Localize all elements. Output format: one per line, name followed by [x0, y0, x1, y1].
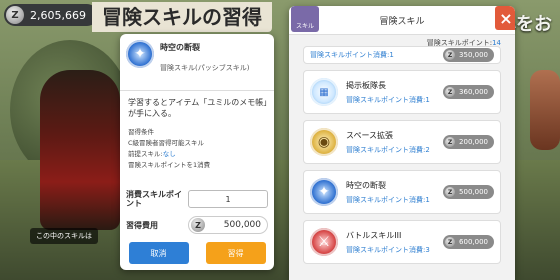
cost-row: 習得費用 Z 500,000 [126, 216, 268, 234]
skill-points-cost: 冒険スキルポイント消費:1 [346, 95, 430, 104]
skill-list-name: 時空の断裂 [346, 180, 386, 190]
skill-points-cost: 冒険スキルポイント消費:2 [346, 145, 430, 154]
zeny-icon: Z [445, 87, 456, 97]
skill-points-cost: 冒険スキルポイント消費:1 [346, 195, 430, 204]
skill-price-value: 360,000 [459, 88, 488, 96]
conditions: 習得条件 C級冒険者習得可能スキル 前提スキル:なし 冒険スキルポイントを1消費 [120, 119, 274, 171]
points-value-field: 1 [188, 190, 268, 208]
conditions-title: 習得条件 [128, 128, 154, 136]
panel-title: 冒険スキル [289, 6, 515, 35]
skill-points-cost: 冒険スキルポイント消費:1 [310, 51, 394, 59]
learn-button[interactable]: 習得 [205, 242, 266, 264]
zeny-display: Z 2,605,669 [4, 4, 98, 26]
skill-price-value: 600,000 [459, 238, 488, 246]
cost-display: Z 500,000 [188, 216, 268, 234]
zeny-icon: Z [6, 6, 24, 24]
condition-prereq: 前提スキル:なし [128, 149, 266, 160]
skill-price-value: 200,000 [459, 138, 488, 146]
skill-list-name: 掲示板隊長 [346, 80, 386, 90]
skill-price-value: 500,000 [459, 188, 488, 196]
points-row: 消費スキルポイント 1 [126, 190, 268, 208]
zeny-icon: Z [445, 50, 456, 60]
skill-detail-popup: ✦ 時空の断裂 冒険スキル(パッシブスキル) 学習するとアイテム「ユミルのメモ帳… [120, 34, 274, 270]
cancel-button[interactable]: 取消 [128, 242, 189, 264]
skill-type: 冒険スキル(パッシブスキル) [160, 64, 250, 72]
zeny-amount: 2,605,669 [30, 8, 86, 22]
zeny-icon: Z [445, 237, 456, 247]
skill-price-value: 350,000 [459, 51, 488, 59]
zeny-icon: Z [445, 187, 456, 197]
npc-character [530, 70, 560, 150]
battle-icon: ⚔ [310, 228, 338, 256]
skill-tab[interactable]: スキル [291, 6, 319, 32]
points-label: 消費スキルポイント [126, 190, 182, 208]
popup-buttons: 取消 習得 [120, 242, 274, 264]
skill-list-item[interactable]: ✦ 時空の断裂 冒険スキルポイント消費:1 Z 500,000 [303, 170, 501, 214]
skill-list-name: スペース拡張 [346, 130, 394, 140]
board-icon: ▦ [310, 78, 338, 106]
condition-points: 冒険スキルポイントを1消費 [128, 161, 211, 169]
footnote-text: この中のスキルは [30, 228, 98, 244]
skill-price: Z 200,000 [443, 135, 494, 149]
skill-list-item[interactable]: ⚔ バトルスキルIII 冒険スキルポイント消費:3 Z 600,000 [303, 220, 501, 264]
skill-price: Z 600,000 [443, 235, 494, 249]
skill-price: Z 350,000 [443, 48, 494, 62]
prereq-value: なし [162, 150, 176, 158]
close-button[interactable]: × [495, 6, 515, 30]
skill-price: Z 500,000 [443, 185, 494, 199]
zeny-icon: Z [445, 137, 456, 147]
condition-rank: C級冒険者習得可能スキル [128, 139, 205, 147]
cost-value: 500,000 [223, 220, 261, 230]
skill-points-cost: 冒険スキルポイント消費:3 [346, 245, 430, 254]
player-character [40, 70, 120, 230]
adventure-skill-panel: 冒険スキル スキル × 冒険スキルポイント:14 冒険スキルポイント消費:1 Z… [289, 6, 515, 280]
cost-label: 習得費用 [126, 220, 158, 230]
space-icon: ◉ [310, 128, 338, 156]
time-rift-icon: ✦ [310, 178, 338, 206]
time-rift-icon: ✦ [126, 40, 154, 68]
skill-list-item[interactable]: ◉ スペース拡張 冒険スキルポイント消費:2 Z 200,000 [303, 120, 501, 164]
skill-price: Z 360,000 [443, 85, 494, 99]
skill-list-item[interactable]: 冒険スキルポイント消費:1 Z 350,000 [303, 46, 501, 64]
prereq-label: 前提スキル: [128, 150, 163, 158]
skill-list-name: バトルスキルIII [346, 230, 402, 240]
skill-list: 冒険スキルポイント消費:1 Z 350,000 ▦ 掲示板隊長 冒険スキルポイン… [303, 46, 501, 270]
screen-title: 冒険スキルの習得 [92, 2, 272, 32]
zeny-icon: Z [191, 218, 205, 232]
skill-description: 学習するとアイテム「ユミルのメモ帳」が手に入る。 [128, 98, 268, 118]
skill-name: 時空の断裂 [160, 43, 200, 52]
skill-list-item[interactable]: ▦ 掲示板隊長 冒険スキルポイント消費:1 Z 360,000 [303, 70, 501, 114]
